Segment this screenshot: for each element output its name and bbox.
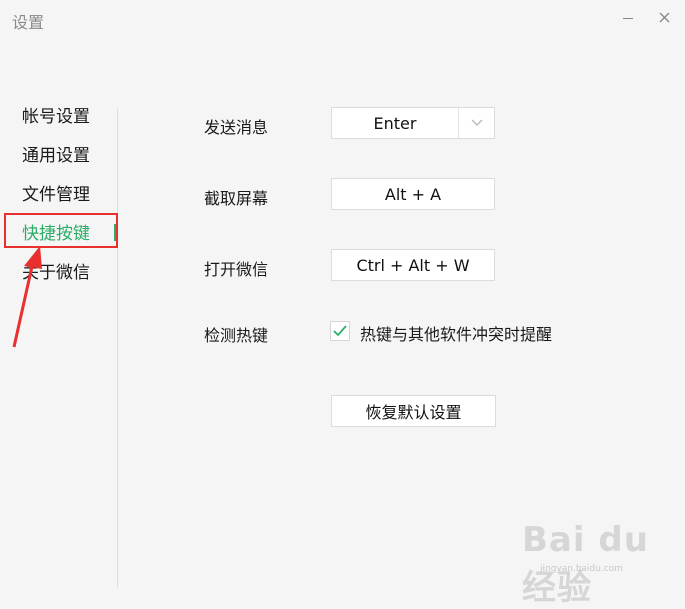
screenshot-label: 截取屏幕 (204, 189, 269, 208)
detect-hotkey-label: 检测热键 (204, 326, 269, 345)
window-title: 设置 (12, 13, 45, 32)
hotkey-conflict-checkbox-label[interactable]: 热键与其他软件冲突时提醒 (360, 321, 552, 345)
annotation-arrow-icon (12, 246, 42, 348)
send-message-hotkey-value: Enter (332, 108, 459, 138)
minimize-icon (623, 17, 633, 19)
close-button[interactable] (653, 6, 675, 28)
check-icon (333, 325, 347, 337)
sidebar-item-general[interactable]: 通用设置 (22, 141, 90, 166)
baidu-jingyan-watermark: Bai du 经验 jingyan.baidu.com (522, 508, 672, 608)
open-wechat-label: 打开微信 (204, 260, 269, 279)
open-wechat-hotkey-field[interactable]: Ctrl + Alt + W (331, 249, 495, 281)
restore-defaults-button[interactable]: 恢复默认设置 (331, 395, 496, 427)
chevron-down-icon[interactable] (459, 119, 494, 127)
sidebar-item-files[interactable]: 文件管理 (22, 180, 90, 205)
send-message-hotkey-select[interactable]: Enter (331, 107, 495, 139)
sidebar-item-about[interactable]: 关于微信 (22, 258, 90, 283)
sidebar-divider (117, 108, 118, 588)
minimize-button[interactable] (617, 6, 639, 28)
annotation-highlight-box (4, 213, 118, 248)
screenshot-hotkey-field[interactable]: Alt + A (331, 178, 495, 210)
settings-window: 设置 帐号设置 通用设置 文件管理 快捷按键 关于微信 发送消息 Enter 截… (0, 0, 685, 608)
close-icon (659, 12, 669, 22)
send-message-label: 发送消息 (204, 118, 269, 137)
sidebar-item-account[interactable]: 帐号设置 (22, 102, 90, 127)
watermark-url: jingyan.baidu.com (540, 564, 624, 574)
hotkey-conflict-checkbox[interactable] (330, 321, 350, 341)
